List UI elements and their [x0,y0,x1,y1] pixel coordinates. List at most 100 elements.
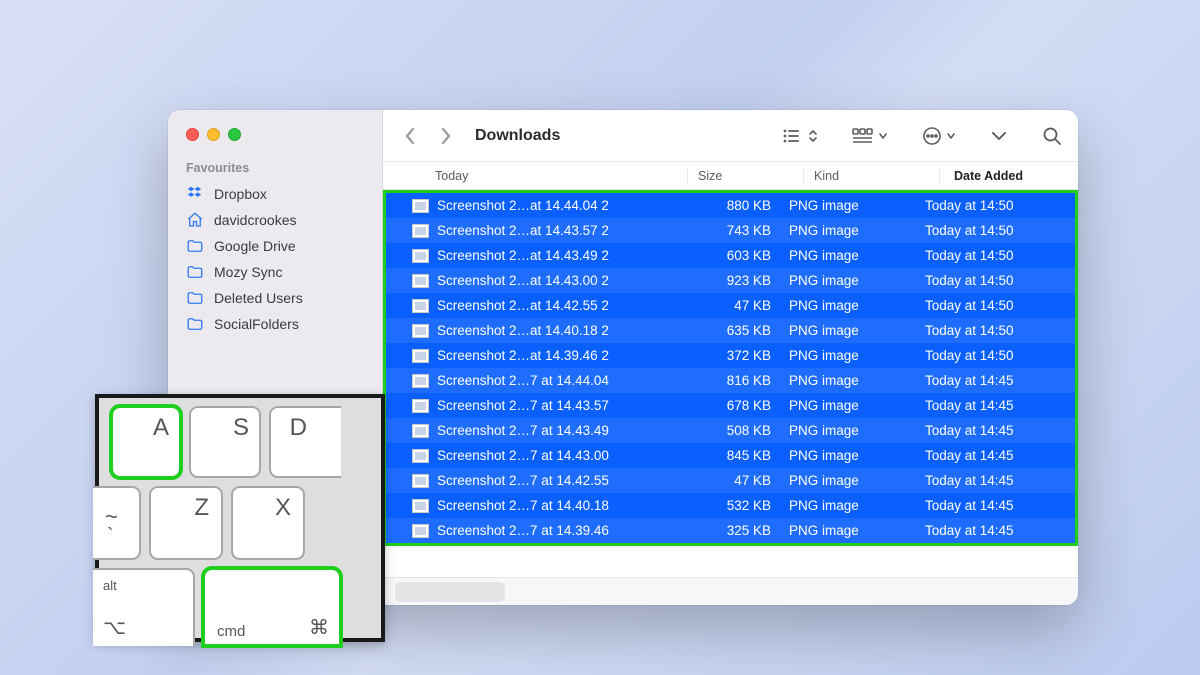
file-thumbnail-icon [412,299,429,313]
file-kind: PNG image [789,248,925,263]
file-kind: PNG image [789,323,925,338]
sidebar-item-dropbox[interactable]: Dropbox [168,181,382,207]
key-a: A [111,406,181,478]
file-row[interactable]: Screenshot 2…at 14.43.00 2923 KBPNG imag… [386,268,1075,293]
sidebar-item-mozy-sync[interactable]: Mozy Sync [168,259,382,285]
back-button[interactable] [399,125,421,147]
file-date: Today at 14:45 [925,473,1014,488]
overflow-button[interactable] [990,130,1008,142]
file-date: Today at 14:45 [925,498,1014,513]
sidebar-item-deleted-users[interactable]: Deleted Users [168,285,382,311]
file-row[interactable]: Screenshot 2…at 14.39.46 2372 KBPNG imag… [386,343,1075,368]
file-name: Screenshot 2…7 at 14.43.00 [437,448,691,463]
file-row[interactable]: Screenshot 2…at 14.40.18 2635 KBPNG imag… [386,318,1075,343]
sidebar-item-socialfolders[interactable]: SocialFolders [168,311,382,337]
col-kind[interactable]: Kind [803,169,939,183]
file-kind: PNG image [789,448,925,463]
file-name: Screenshot 2…at 14.39.46 2 [437,348,691,363]
file-size: 532 KB [691,498,789,513]
file-row[interactable]: Screenshot 2…7 at 14.40.18532 KBPNG imag… [386,493,1075,518]
file-size: 325 KB [691,523,789,538]
dropbox-icon [186,185,204,203]
file-size: 47 KB [691,473,789,488]
file-name: Screenshot 2…at 14.40.18 2 [437,323,691,338]
key-z: Z [149,486,223,560]
file-date: Today at 14:50 [925,198,1014,213]
file-size: 678 KB [691,398,789,413]
file-date: Today at 14:50 [925,223,1014,238]
file-name: Screenshot 2…at 14.43.57 2 [437,223,691,238]
view-mode-button[interactable] [782,128,818,144]
group-button[interactable] [852,128,888,144]
file-row[interactable]: Screenshot 2…7 at 14.43.00845 KBPNG imag… [386,443,1075,468]
sidebar-item-google-drive[interactable]: Google Drive [168,233,382,259]
file-name: Screenshot 2…7 at 14.43.57 [437,398,691,413]
window-controls [168,124,382,161]
sidebar-item-label: Dropbox [214,186,267,202]
file-thumbnail-icon [412,199,429,213]
key-d: D [269,406,341,478]
file-kind: PNG image [789,298,925,313]
col-name[interactable]: Today [435,169,687,183]
file-thumbnail-icon [412,474,429,488]
file-row[interactable]: Screenshot 2…7 at 14.43.57678 KBPNG imag… [386,393,1075,418]
sidebar-item-label: Google Drive [214,238,296,254]
search-button[interactable] [1042,126,1062,146]
action-menu-button[interactable] [922,126,956,146]
key-tilde: ~` [93,486,141,560]
key-x: X [231,486,305,560]
file-size: 743 KB [691,223,789,238]
file-kind: PNG image [789,498,925,513]
file-kind: PNG image [789,523,925,538]
file-name: Screenshot 2…at 14.42.55 2 [437,298,691,313]
sidebar-section-header: Favourites [168,161,382,181]
sidebar-item-label: Deleted Users [214,290,303,306]
file-row[interactable]: Screenshot 2…at 14.43.49 2603 KBPNG imag… [386,243,1075,268]
file-name: Screenshot 2…at 14.43.49 2 [437,248,691,263]
file-thumbnail-icon [412,349,429,363]
file-kind: PNG image [789,348,925,363]
file-date: Today at 14:50 [925,273,1014,288]
file-list: Screenshot 2…at 14.44.04 2880 KBPNG imag… [383,190,1078,577]
file-date: Today at 14:45 [925,523,1014,538]
file-row[interactable]: Screenshot 2…at 14.44.04 2880 KBPNG imag… [386,193,1075,218]
path-segment[interactable] [395,582,505,602]
file-thumbnail-icon [412,274,429,288]
file-thumbnail-icon [412,399,429,413]
file-size: 923 KB [691,273,789,288]
file-date: Today at 14:50 [925,323,1014,338]
file-row[interactable]: Screenshot 2…7 at 14.42.5547 KBPNG image… [386,468,1075,493]
minimize-button[interactable] [207,128,220,141]
file-date: Today at 14:50 [925,348,1014,363]
forward-button[interactable] [435,125,457,147]
close-button[interactable] [186,128,199,141]
folder-icon [186,289,204,307]
file-thumbnail-icon [412,424,429,438]
maximize-button[interactable] [228,128,241,141]
file-name: Screenshot 2…7 at 14.40.18 [437,498,691,513]
sidebar-item-davidcrookes[interactable]: davidcrookes [168,207,382,233]
file-row[interactable]: Screenshot 2…at 14.42.55 247 KBPNG image… [386,293,1075,318]
file-thumbnail-icon [412,324,429,338]
file-row[interactable]: Screenshot 2…at 14.43.57 2743 KBPNG imag… [386,218,1075,243]
file-date: Today at 14:50 [925,298,1014,313]
file-row[interactable]: Screenshot 2…7 at 14.43.49508 KBPNG imag… [386,418,1075,443]
file-size: 845 KB [691,448,789,463]
sidebar-item-label: SocialFolders [214,316,299,332]
file-kind: PNG image [789,198,925,213]
col-date-added[interactable]: Date Added [939,169,1023,183]
file-size: 372 KB [691,348,789,363]
file-thumbnail-icon [412,499,429,513]
file-name: Screenshot 2…at 14.44.04 2 [437,198,691,213]
file-row[interactable]: Screenshot 2…7 at 14.39.46325 KBPNG imag… [386,518,1075,543]
file-name: Screenshot 2…7 at 14.44.04 [437,373,691,388]
home-icon [186,211,204,229]
main-pane: Downloads [383,110,1078,605]
file-name: Screenshot 2…7 at 14.43.49 [437,423,691,438]
file-size: 880 KB [691,198,789,213]
col-size[interactable]: Size [687,169,803,183]
file-kind: PNG image [789,398,925,413]
file-row[interactable]: Screenshot 2…7 at 14.44.04816 KBPNG imag… [386,368,1075,393]
folder-icon [186,237,204,255]
file-date: Today at 14:45 [925,373,1014,388]
